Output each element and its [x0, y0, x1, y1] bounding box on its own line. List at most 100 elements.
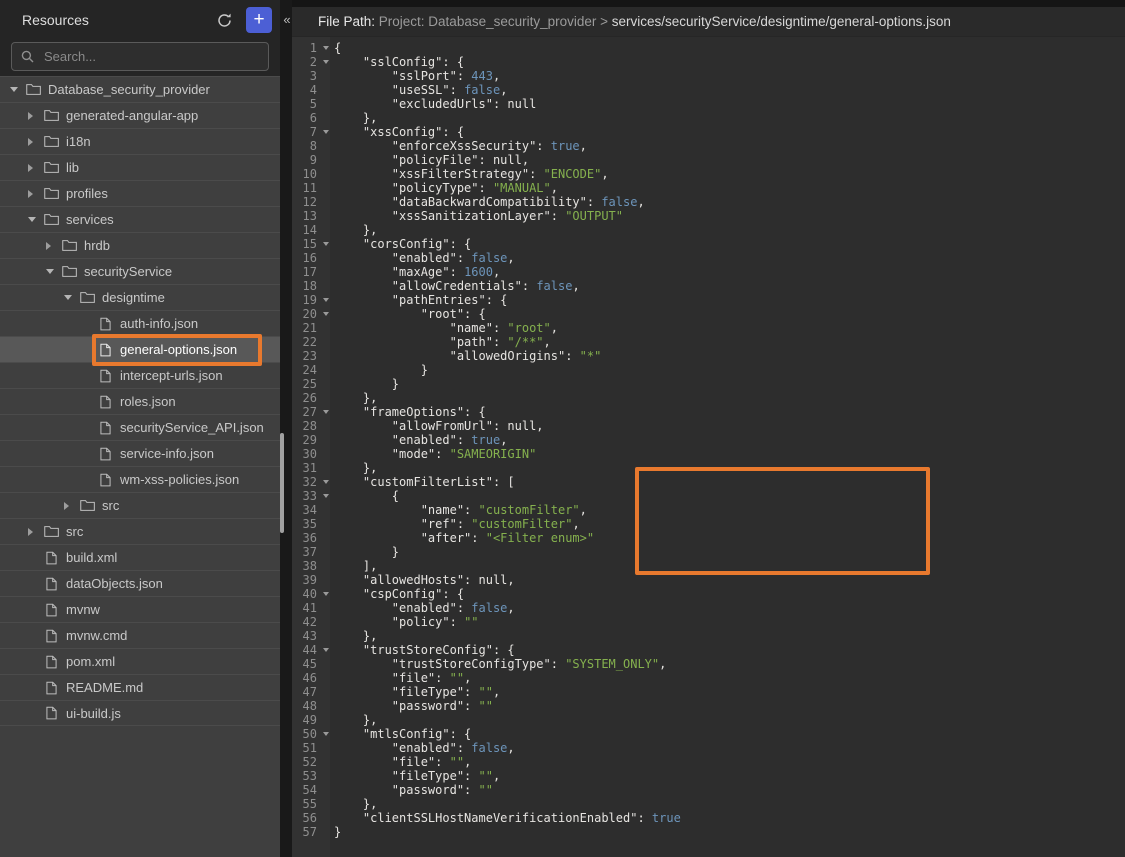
fold-arrow-icon[interactable] [323, 298, 329, 302]
code-line[interactable]: "file": "", [334, 755, 681, 769]
fold-arrow-icon[interactable] [323, 130, 329, 134]
code-line[interactable]: }, [334, 223, 681, 237]
tree-item-lib[interactable]: lib [0, 154, 280, 180]
fold-arrow-icon[interactable] [323, 410, 329, 414]
code-line[interactable]: "maxAge": 1600, [334, 265, 681, 279]
code-line[interactable]: "dataBackwardCompatibility": false, [334, 195, 681, 209]
chevron-right-icon[interactable] [64, 502, 80, 510]
code-line[interactable]: "cspConfig": { [334, 587, 681, 601]
code-line[interactable]: "mtlsConfig": { [334, 727, 681, 741]
fold-arrow-icon[interactable] [323, 732, 329, 736]
fold-arrow-icon[interactable] [323, 480, 329, 484]
search-box[interactable] [11, 42, 269, 71]
code-line[interactable]: }, [334, 629, 681, 643]
tree-item-services[interactable]: services [0, 206, 280, 232]
tree-item-general-options-json[interactable]: general-options.json [0, 336, 280, 362]
code-line[interactable]: "file": "", [334, 671, 681, 685]
code-line[interactable]: }, [334, 391, 681, 405]
code-line[interactable]: "trustStoreConfig": { [334, 643, 681, 657]
code-line[interactable]: "ref": "customFilter", [334, 517, 681, 531]
tree-item-wm-xss-policies-json[interactable]: wm-xss-policies.json [0, 466, 280, 492]
tree-item-hrdb[interactable]: hrdb [0, 232, 280, 258]
fold-arrow-icon[interactable] [323, 648, 329, 652]
code-line[interactable]: "password": "" [334, 783, 681, 797]
tree-item-securityservice-api-json[interactable]: securityService_API.json [0, 414, 280, 440]
code-line[interactable]: "customFilterList": [ [334, 475, 681, 489]
code-line[interactable]: ], [334, 559, 681, 573]
fold-arrow-icon[interactable] [323, 242, 329, 246]
tree-item-roles-json[interactable]: roles.json [0, 388, 280, 414]
tree-item-dataobjects-json[interactable]: dataObjects.json [0, 570, 280, 596]
chevron-right-icon[interactable] [28, 138, 44, 146]
code-line[interactable]: "allowCredentials": false, [334, 279, 681, 293]
code-line[interactable]: }, [334, 713, 681, 727]
tree-item-service-info-json[interactable]: service-info.json [0, 440, 280, 466]
code-line[interactable]: "enabled": false, [334, 601, 681, 615]
tree-item-ui-build-js[interactable]: ui-build.js [0, 700, 280, 726]
fold-arrow-icon[interactable] [323, 60, 329, 64]
code-line[interactable]: } [334, 377, 681, 391]
chevron-down-icon[interactable] [46, 269, 62, 274]
code-line[interactable]: "enabled": true, [334, 433, 681, 447]
code-line[interactable]: "policyType": "MANUAL", [334, 181, 681, 195]
code-line[interactable]: "policyFile": null, [334, 153, 681, 167]
sidebar-scrollbar-thumb[interactable] [280, 433, 284, 533]
code-line[interactable]: "trustStoreConfigType": "SYSTEM_ONLY", [334, 657, 681, 671]
search-input[interactable] [42, 48, 259, 65]
tree-item-mvnw[interactable]: mvnw [0, 596, 280, 622]
code-line[interactable]: "clientSSLHostNameVerificationEnabled": … [334, 811, 681, 825]
code-line[interactable]: { [334, 41, 681, 55]
code-line[interactable]: "after": "<Filter enum>" [334, 531, 681, 545]
code-line[interactable]: "fileType": "", [334, 769, 681, 783]
chevron-right-icon[interactable] [28, 528, 44, 536]
add-resource-button[interactable]: + [246, 7, 272, 33]
code-line[interactable]: "enforceXssSecurity": true, [334, 139, 681, 153]
code-line[interactable]: }, [334, 797, 681, 811]
tree-item-auth-info-json[interactable]: auth-info.json [0, 310, 280, 336]
fold-arrow-icon[interactable] [323, 46, 329, 50]
tree-item-src[interactable]: src [0, 492, 280, 518]
code-line[interactable]: "path": "/**", [334, 335, 681, 349]
code-line[interactable]: "allowFromUrl": null, [334, 419, 681, 433]
code-line[interactable]: } [334, 363, 681, 377]
code-line[interactable]: "allowedOrigins": "*" [334, 349, 681, 363]
code-line[interactable]: } [334, 825, 681, 839]
chevron-down-icon[interactable] [28, 217, 44, 222]
code-line[interactable]: "sslConfig": { [334, 55, 681, 69]
tree-item-build-xml[interactable]: build.xml [0, 544, 280, 570]
code-line[interactable]: "password": "" [334, 699, 681, 713]
tree-item-designtime[interactable]: designtime [0, 284, 280, 310]
fold-arrow-icon[interactable] [323, 312, 329, 316]
code-line[interactable]: "fileType": "", [334, 685, 681, 699]
refresh-button[interactable] [212, 8, 236, 32]
tree-item-generated-angular-app[interactable]: generated-angular-app [0, 102, 280, 128]
code-line[interactable]: }, [334, 461, 681, 475]
code-line[interactable]: "corsConfig": { [334, 237, 681, 251]
tree-item-profiles[interactable]: profiles [0, 180, 280, 206]
panel-divider[interactable] [280, 0, 292, 857]
code-content[interactable]: { "sslConfig": { "sslPort": 443, "useSSL… [330, 37, 681, 857]
tree-item-intercept-urls-json[interactable]: intercept-urls.json [0, 362, 280, 388]
chevron-down-icon[interactable] [10, 87, 26, 92]
code-line[interactable]: "useSSL": false, [334, 83, 681, 97]
code-line[interactable]: "pathEntries": { [334, 293, 681, 307]
code-line[interactable]: }, [334, 111, 681, 125]
chevron-right-icon[interactable] [28, 112, 44, 120]
tree-item-readme-md[interactable]: README.md [0, 674, 280, 700]
code-line[interactable]: "name": "customFilter", [334, 503, 681, 517]
fold-arrow-icon[interactable] [323, 494, 329, 498]
code-line[interactable]: "enabled": false, [334, 251, 681, 265]
tree-item-mvnw-cmd[interactable]: mvnw.cmd [0, 622, 280, 648]
code-line[interactable]: "name": "root", [334, 321, 681, 335]
code-line[interactable]: { [334, 489, 681, 503]
code-line[interactable]: "mode": "SAMEORIGIN" [334, 447, 681, 461]
code-line[interactable]: "xssConfig": { [334, 125, 681, 139]
chevron-right-icon[interactable] [28, 164, 44, 172]
code-line[interactable]: "xssSanitizationLayer": "OUTPUT" [334, 209, 681, 223]
tree-item-src[interactable]: src [0, 518, 280, 544]
code-line[interactable]: "root": { [334, 307, 681, 321]
code-line[interactable]: "excludedUrls": null [334, 97, 681, 111]
tree-item-database-security-provider[interactable]: Database_security_provider [0, 76, 280, 102]
code-line[interactable]: "xssFilterStrategy": "ENCODE", [334, 167, 681, 181]
fold-arrow-icon[interactable] [323, 592, 329, 596]
